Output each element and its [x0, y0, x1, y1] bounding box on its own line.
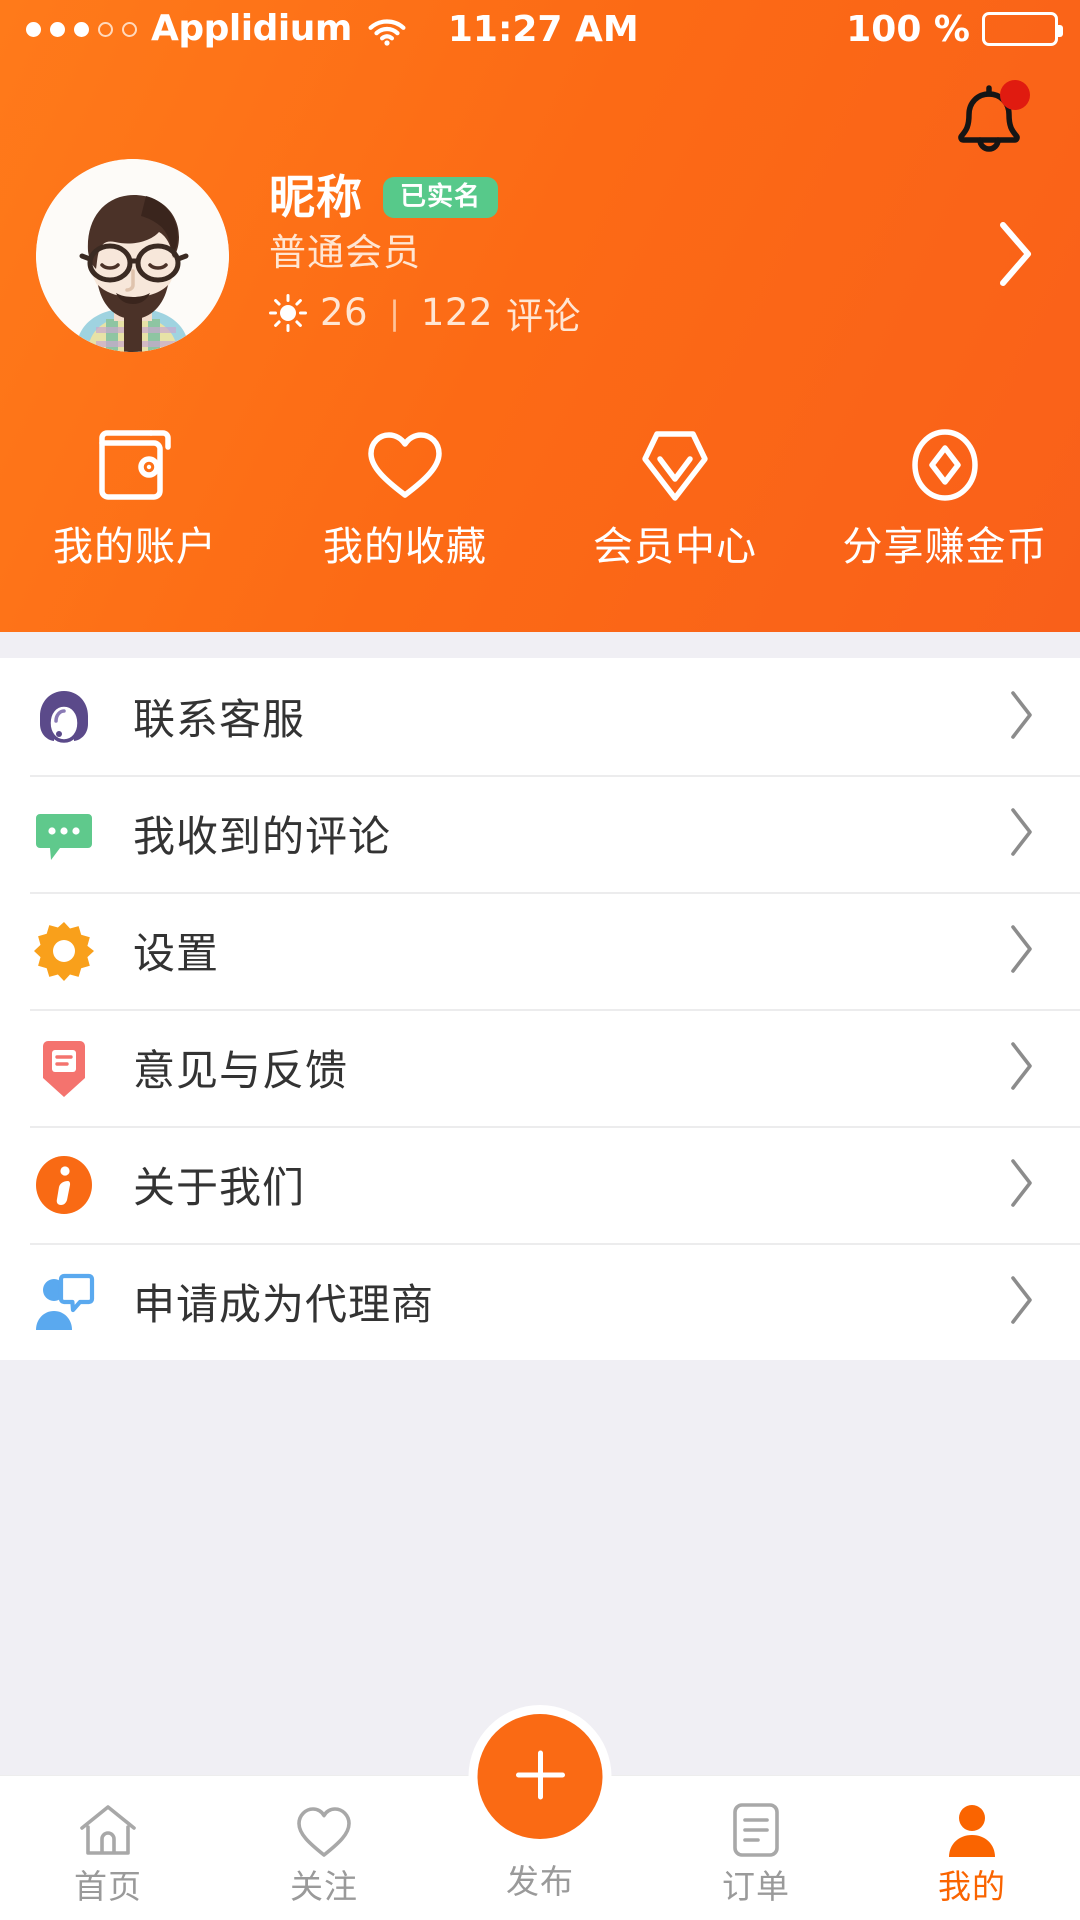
menu-item-label: 设置 — [133, 929, 220, 978]
menu-item-settings[interactable]: 设置 — [0, 892, 1080, 1009]
battery-full-icon — [982, 12, 1063, 46]
quick-action-label: 分享赚金币 — [842, 524, 1048, 570]
chat-bubble-icon — [30, 800, 98, 868]
quick-action-label: 会员中心 — [593, 524, 757, 570]
menu-item-label: 联系客服 — [133, 695, 306, 744]
tab-label: 我的 — [938, 1867, 1006, 1906]
headset-support-icon — [30, 683, 98, 751]
quick-action-my-favorites[interactable]: 我的收藏 — [270, 419, 540, 604]
agent-person-icon — [30, 1268, 98, 1336]
chevron-right-icon — [1004, 687, 1038, 747]
empty-space — [0, 1360, 1080, 1775]
settings-menu-list: 联系客服 我收到的评论 设置 意见与反馈 关于我们 申请成为代理商 — [0, 658, 1080, 1360]
order-list-icon — [731, 1799, 781, 1859]
quick-action-label: 我的账户 — [53, 524, 217, 570]
chevron-right-icon[interactable] — [992, 218, 1036, 294]
tab-mine[interactable]: 我的 — [864, 1776, 1080, 1920]
bottom-tab-bar: 首页 关注 发布 订单 我的 — [0, 1714, 1080, 1920]
signal-dot — [50, 21, 65, 37]
tab-publish[interactable]: 发布 — [432, 1714, 648, 1920]
wallet-icon — [96, 425, 174, 505]
menu-item-about-us[interactable]: 关于我们 — [0, 1126, 1080, 1243]
chevron-right-icon — [1004, 1272, 1038, 1332]
gear-icon — [30, 917, 98, 985]
carrier-name: Applidium — [151, 8, 352, 49]
tab-label: 订单 — [722, 1867, 790, 1906]
menu-item-contact-support[interactable]: 联系客服 — [0, 658, 1080, 775]
menu-item-feedback[interactable]: 意见与反馈 — [0, 1009, 1080, 1126]
avatar[interactable] — [36, 159, 229, 352]
signal-strength-dots — [26, 21, 137, 37]
chevron-right-icon — [1004, 1155, 1038, 1215]
clock-time: 11:27 AM — [447, 8, 639, 50]
coin-icon — [906, 425, 984, 505]
chevron-right-icon — [1004, 1038, 1038, 1098]
quick-action-member-center[interactable]: 会员中心 — [540, 419, 810, 604]
status-bar: Applidium 11:27 AM 100 % — [0, 0, 1080, 58]
info-icon — [30, 1151, 98, 1219]
notification-badge-dot — [1000, 80, 1030, 110]
tab-orders[interactable]: 订单 — [648, 1776, 864, 1920]
profile-summary[interactable]: 昵称 已实名 普通会员 26 | 122 评论 — [0, 148, 1080, 363]
status-badge-verified: 已实名 — [383, 176, 499, 218]
status-bar-right: 100 % — [846, 8, 1063, 50]
menu-item-label: 申请成为代理商 — [133, 1280, 435, 1329]
tab-label: 首页 — [74, 1867, 142, 1906]
tab-follow[interactable]: 关注 — [216, 1776, 432, 1920]
tab-home[interactable]: 首页 — [0, 1776, 216, 1920]
stats-separator: | — [389, 293, 400, 332]
member-level: 普通会员 — [269, 230, 421, 274]
menu-item-received-comments[interactable]: 我收到的评论 — [0, 775, 1080, 892]
menu-item-label: 意见与反馈 — [133, 1046, 349, 1095]
profile-stats: 26 | 122 评论 — [269, 286, 980, 340]
quick-actions-row: 我的账户 我的收藏 会员中心 分享赚金币 — [0, 419, 1080, 604]
signal-dot — [74, 21, 89, 37]
diamond-icon — [636, 425, 714, 505]
signal-dot — [122, 21, 137, 37]
chevron-right-icon — [1004, 921, 1038, 981]
profile-header: Applidium 11:27 AM 100 % 昵称 已实名 普通会员 26 … — [0, 0, 1080, 632]
publish-fab-button[interactable] — [477, 1714, 603, 1839]
plus-icon — [509, 1744, 571, 1810]
menu-item-label: 关于我们 — [133, 1163, 306, 1212]
home-icon — [78, 1799, 138, 1859]
nickname: 昵称 — [269, 170, 363, 224]
signal-dot — [98, 21, 113, 37]
tab-label: 关注 — [290, 1867, 358, 1906]
person-icon — [945, 1799, 999, 1859]
menu-item-apply-agent[interactable]: 申请成为代理商 — [0, 1243, 1080, 1360]
quick-action-my-account[interactable]: 我的账户 — [0, 419, 270, 604]
quick-action-share-earn-coins[interactable]: 分享赚金币 — [810, 419, 1080, 604]
sun-icon — [269, 293, 307, 332]
heart-icon — [295, 1799, 353, 1859]
reviews-label: 评论 — [506, 294, 581, 338]
app-screen: Applidium 11:27 AM 100 % 昵称 已实名 普通会员 26 … — [0, 0, 1080, 1920]
menu-item-label: 我收到的评论 — [133, 812, 392, 861]
battery-percent-label: 100 % — [846, 8, 970, 50]
profile-name-row: 昵称 已实名 — [269, 171, 980, 224]
feedback-envelope-icon — [30, 1034, 98, 1102]
heart-icon — [365, 425, 445, 505]
wifi-icon — [368, 14, 406, 46]
quick-action-label: 我的收藏 — [323, 524, 487, 570]
signal-dot — [26, 21, 41, 37]
chevron-right-icon — [1004, 804, 1038, 864]
tab-label: 发布 — [506, 1862, 574, 1901]
sun-count: 26 — [320, 291, 369, 335]
profile-info: 昵称 已实名 普通会员 26 | 122 评论 — [269, 171, 980, 340]
section-gap — [0, 632, 1080, 658]
reviews-count: 122 — [420, 291, 493, 335]
